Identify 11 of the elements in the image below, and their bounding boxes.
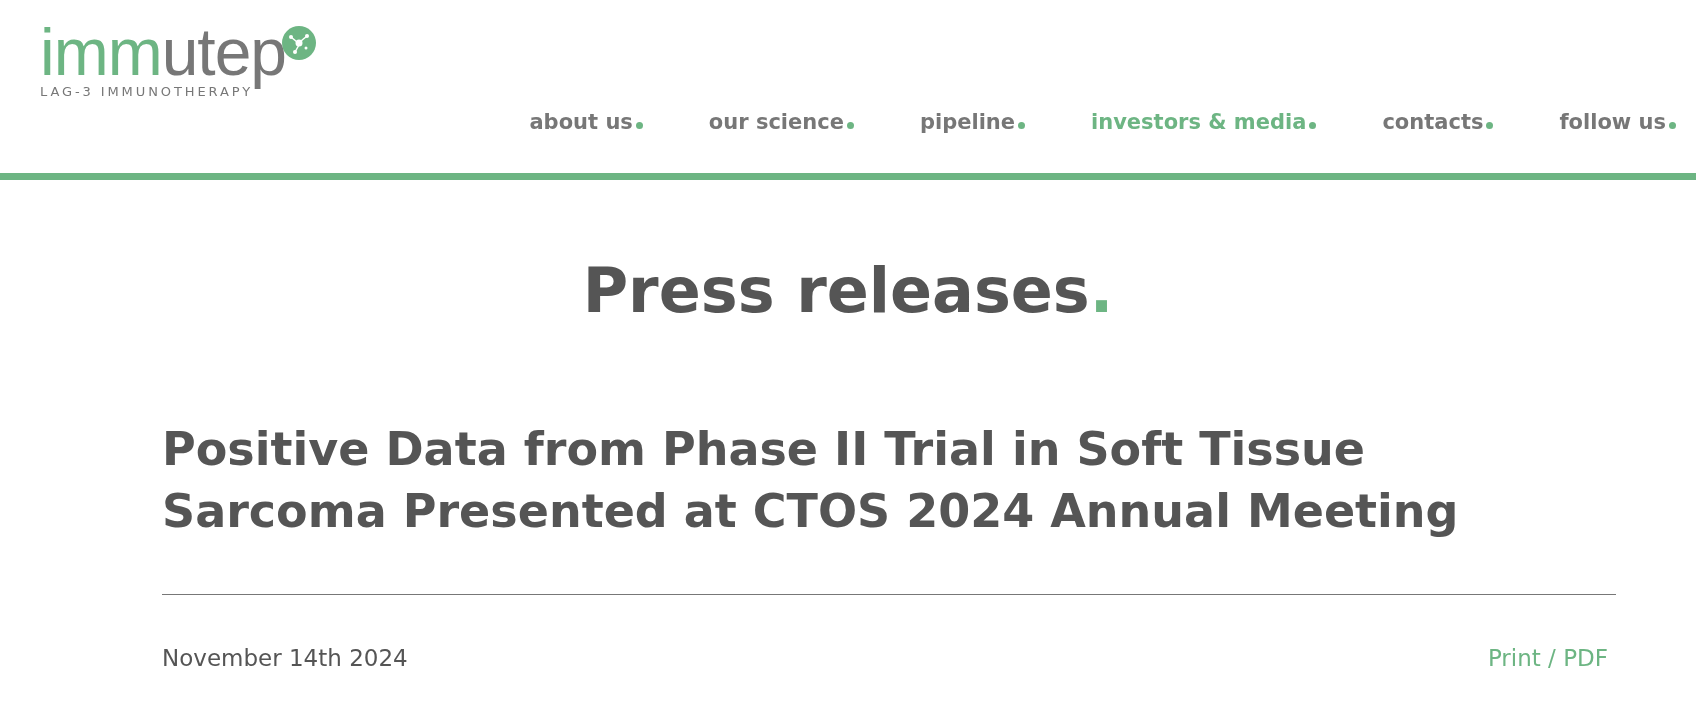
page-title: Press releases. [581,260,1115,322]
nav-link[interactable]: pipeline [919,110,1026,134]
logo-tagline: LAG-3 IMMUNOTHERAPY [40,84,254,99]
article-title: Positive Data from Phase II Trial in Soft Tissue Sarcoma Presented at CTOS 2024 Annual Meeting [162,421,1460,540]
print-link[interactable]: Print / PDF [1487,645,1608,671]
article-date: November 14th 2024 [162,645,408,671]
nav-link[interactable]: about us [529,110,643,134]
nav-link[interactable]: follow us [1559,110,1676,134]
nav-link[interactable]: contacts [1382,110,1494,134]
nav-link[interactable]: investors & media [1091,110,1317,134]
nav-link[interactable]: our science [708,110,854,134]
